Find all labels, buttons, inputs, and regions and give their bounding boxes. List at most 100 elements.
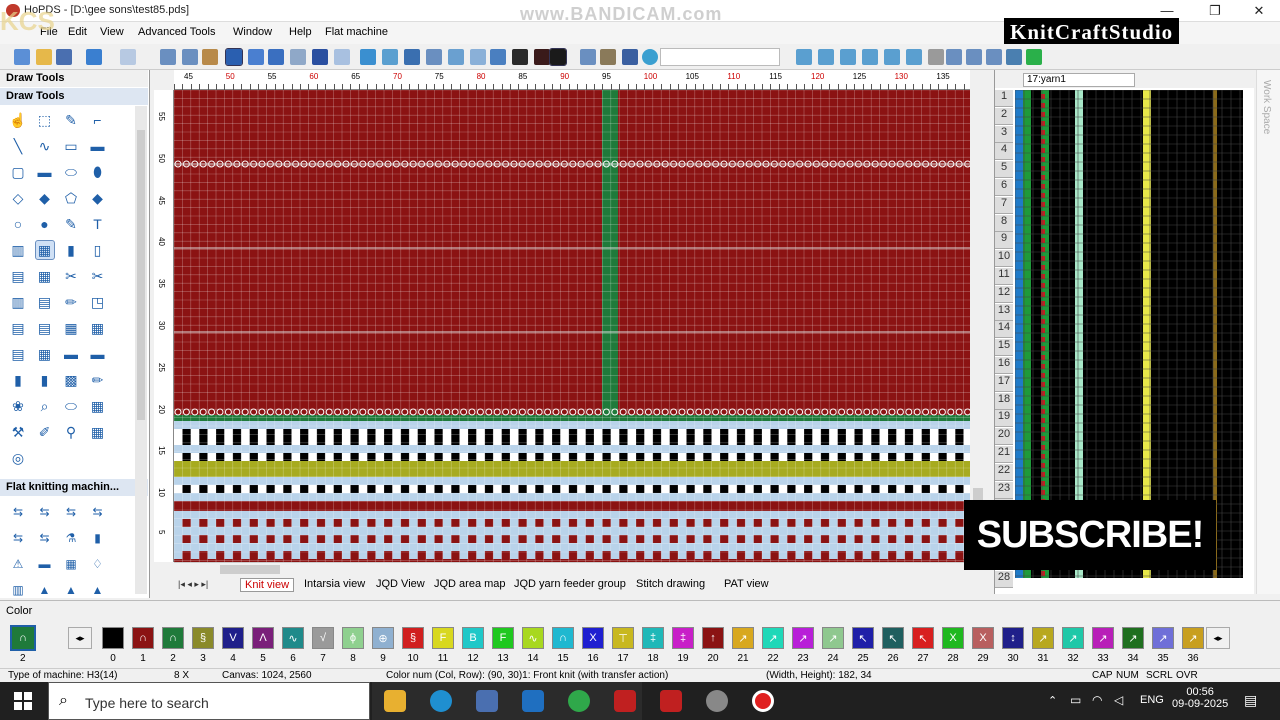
info-icon[interactable] (248, 49, 264, 65)
draw-tool-icon[interactable]: ▦ (34, 240, 55, 260)
menu-window[interactable]: Window (233, 26, 272, 38)
tool-k-icon[interactable] (1026, 49, 1042, 65)
tab-nav-arrows[interactable]: |◂ ◂ ▸ ▸| (178, 579, 208, 590)
maximize-button[interactable]: ❐ (1192, 0, 1238, 22)
flat-tool-icon[interactable]: ⇆ (8, 528, 28, 548)
color-swatch[interactable]: ↖ (852, 627, 874, 649)
color-swatch[interactable]: ↗ (1062, 627, 1084, 649)
draw-tool-icon[interactable]: ○ (8, 214, 28, 234)
snowflake-icon[interactable] (360, 49, 376, 65)
copy2-icon[interactable] (426, 49, 442, 65)
battery-icon[interactable]: ▭ (1070, 693, 1081, 707)
window-icon[interactable] (448, 49, 464, 65)
draw-tool-icon[interactable]: ◆ (88, 188, 108, 208)
color-swatch[interactable]: F (432, 627, 454, 649)
flat-tool-icon[interactable]: ▥ (8, 580, 28, 600)
flat-tool-icon[interactable]: ⇆ (35, 528, 55, 548)
draw-tool-icon[interactable]: ▬ (88, 344, 108, 364)
draw-tool-icon[interactable]: ▬ (61, 344, 81, 364)
knit-pattern-grid[interactable] (174, 90, 970, 562)
color-swatch[interactable]: X (972, 627, 994, 649)
color-swatch[interactable]: § (402, 627, 424, 649)
draw-tool-icon[interactable]: ⬭ (61, 396, 81, 416)
flat-tool-icon[interactable]: ⇆ (88, 502, 108, 522)
edge-icon[interactable] (430, 690, 452, 712)
color-swatch[interactable]: ∿ (282, 627, 304, 649)
draw-tool-icon[interactable]: ▥ (8, 240, 28, 260)
canvas-hscrollbar[interactable] (174, 562, 970, 576)
color-swatch[interactable]: B (462, 627, 484, 649)
store-icon[interactable] (476, 690, 498, 712)
draw-tool-icon[interactable]: ▢ (8, 162, 28, 182)
color-swatch[interactable]: ↗ (762, 627, 784, 649)
copy-icon[interactable] (182, 49, 198, 65)
section-flat-knitting[interactable]: Flat knitting machin... (0, 479, 148, 496)
close-button[interactable]: ✕ (1236, 0, 1280, 22)
new-icon[interactable] (14, 49, 30, 65)
tab-jqd-view[interactable]: JQD View (372, 578, 429, 590)
draw-tool-icon[interactable]: ▦ (88, 422, 108, 442)
lock-icon[interactable] (928, 49, 944, 65)
draw-tool-icon[interactable]: ▦ (88, 396, 108, 416)
color-swatch[interactable]: ∩ (132, 627, 154, 649)
color-swatch[interactable]: ↖ (882, 627, 904, 649)
color-swatch[interactable]: ↗ (792, 627, 814, 649)
color-swatch[interactable]: ∿ (522, 627, 544, 649)
color-nav-right[interactable]: ◂▸ (1206, 627, 1230, 649)
draw-tool-icon[interactable]: ▯ (88, 240, 108, 260)
draw-tool-icon[interactable]: ⬭ (61, 162, 81, 182)
open-icon[interactable] (36, 49, 52, 65)
draw-tool-icon[interactable]: ▤ (8, 266, 28, 286)
machine1-icon[interactable] (512, 49, 528, 65)
draw-tool-icon[interactable]: ✏ (61, 292, 81, 312)
draw-tool-icon[interactable]: ⚒ (8, 422, 28, 442)
draw-tool-icon[interactable]: ✂ (61, 266, 81, 286)
chrome-icon[interactable] (568, 690, 590, 712)
section-draw-tools[interactable]: Draw Tools (0, 88, 148, 105)
flat-tool-icon[interactable]: ▲ (35, 580, 55, 600)
flat-tool-icon[interactable]: ▲ (61, 580, 81, 600)
color-swatch[interactable]: ↗ (732, 627, 754, 649)
stitch-icon[interactable] (382, 49, 398, 65)
color-swatch[interactable]: X (582, 627, 604, 649)
draw-tool-icon[interactable]: ▬ (35, 162, 55, 182)
jqd-icon[interactable] (268, 49, 284, 65)
flat-tool-icon[interactable]: ▬ (35, 554, 55, 574)
color-swatch[interactable]: F (492, 627, 514, 649)
tab-knit-view[interactable]: Knit view (240, 578, 295, 592)
color-swatch[interactable]: ‡ (672, 627, 694, 649)
draw-tool-icon[interactable]: ◎ (8, 448, 28, 468)
color-swatch[interactable]: Λ (252, 627, 274, 649)
tool-a-icon[interactable] (796, 49, 812, 65)
color-swatch[interactable]: ↗ (1182, 627, 1204, 649)
network-icon[interactable]: ◠ (1092, 693, 1102, 707)
globe-icon[interactable] (642, 49, 658, 65)
draw-tool-icon[interactable]: ✐ (35, 422, 55, 442)
flat-tool-icon[interactable]: ⇆ (61, 502, 81, 522)
draw-tool-icon[interactable]: ▬ (88, 136, 108, 156)
undo-icon[interactable] (86, 49, 102, 65)
color-swatch[interactable]: ↗ (822, 627, 844, 649)
draw-tool-icon[interactable]: ⚲ (61, 422, 81, 442)
draw-tool-icon[interactable]: ⬠ (61, 188, 81, 208)
save-icon[interactable] (56, 49, 72, 65)
color-swatch[interactable]: ↑ (702, 627, 724, 649)
yarn-select[interactable]: 17:yarn1 (1023, 73, 1135, 87)
clock[interactable]: 00:56 09-09-2025 (1172, 686, 1228, 710)
draw-tool-icon[interactable]: ✎ (61, 110, 81, 130)
draw-tool-icon[interactable]: ∿ (35, 136, 55, 156)
color-swatch[interactable]: ↗ (1092, 627, 1114, 649)
flat-tool-icon[interactable]: ⇆ (35, 502, 55, 522)
color-swatch[interactable]: ⊤ (612, 627, 634, 649)
color-swatch[interactable]: ↗ (1152, 627, 1174, 649)
flat-tool-icon[interactable]: ♢ (88, 554, 108, 574)
cut-icon[interactable] (160, 49, 176, 65)
draw-tool-icon[interactable]: ▩ (61, 370, 81, 390)
draw-tool-icon[interactable]: ● (35, 214, 55, 234)
color-swatch[interactable]: ↕ (1002, 627, 1024, 649)
tool-h-icon[interactable] (966, 49, 982, 65)
panel-scroll-thumb[interactable] (137, 130, 145, 420)
tray-chevron-icon[interactable]: ⌃ (1048, 694, 1057, 707)
color-swatch[interactable]: ↗ (1032, 627, 1054, 649)
view-icon[interactable] (290, 49, 306, 65)
